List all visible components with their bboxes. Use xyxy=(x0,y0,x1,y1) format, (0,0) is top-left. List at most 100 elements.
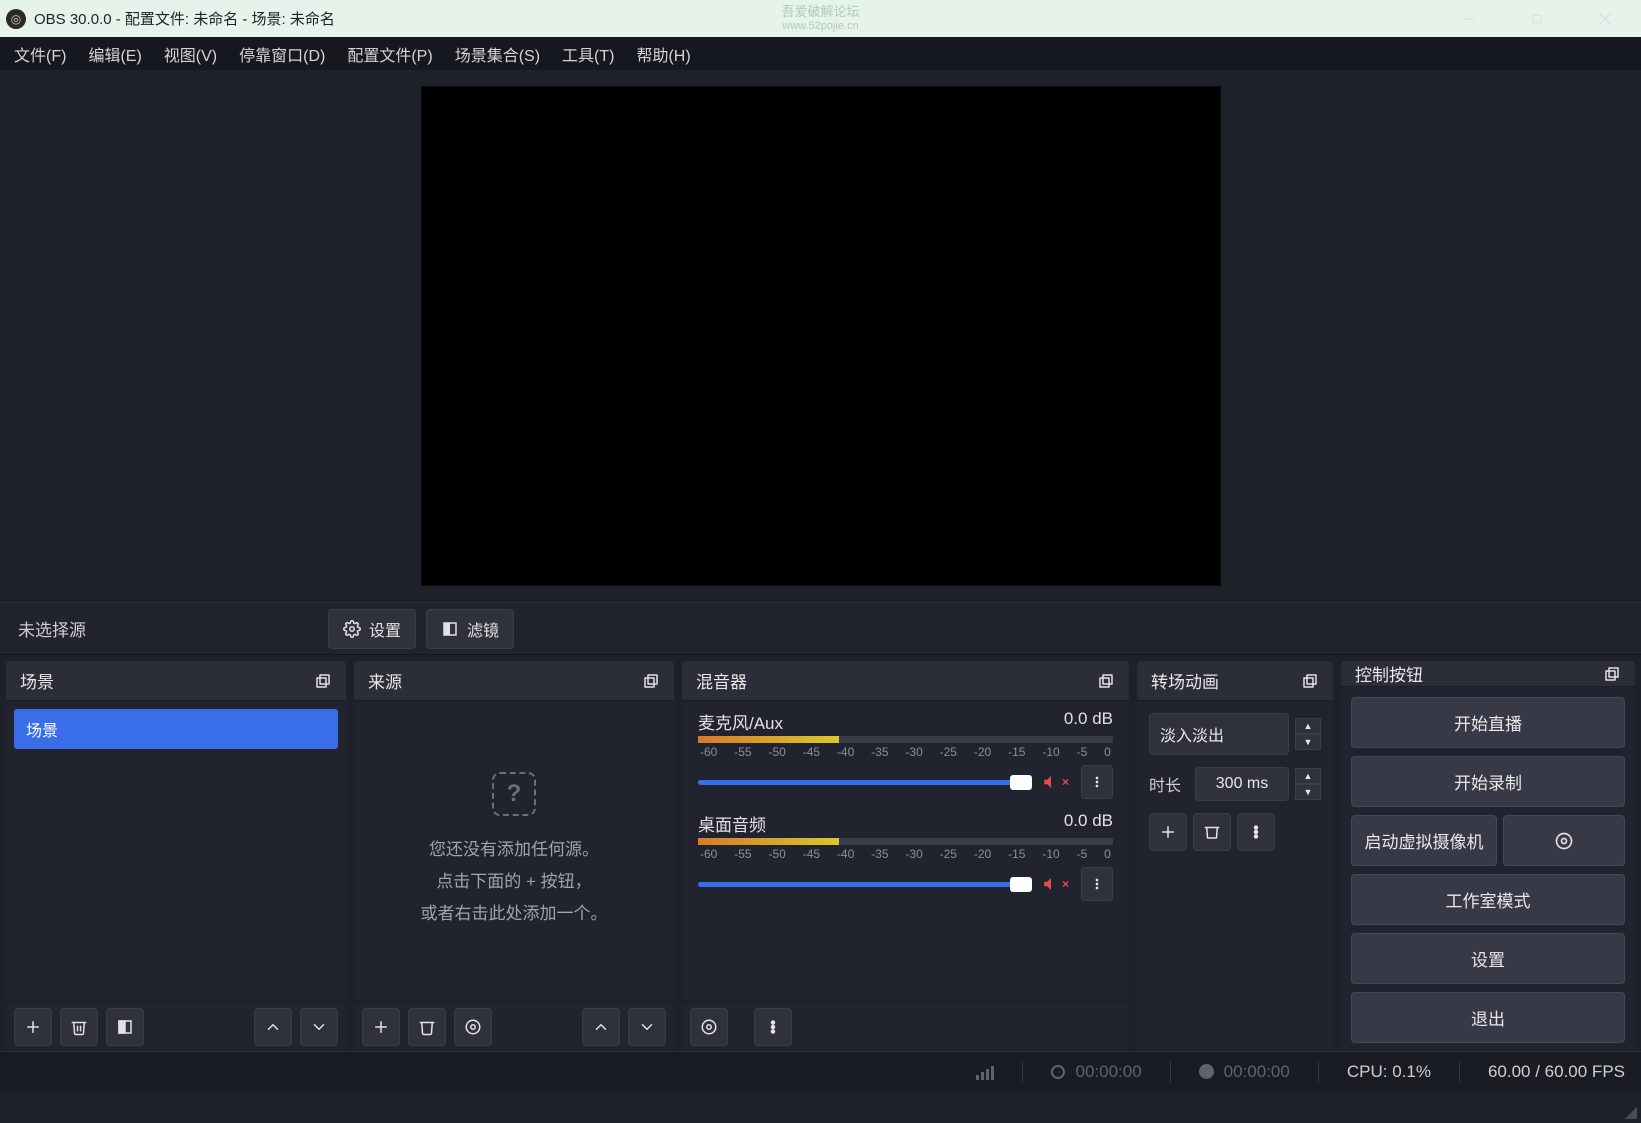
popout-icon[interactable] xyxy=(314,672,332,690)
move-source-down-button[interactable] xyxy=(628,1008,666,1046)
transition-duration-input[interactable]: 300 ms xyxy=(1195,767,1289,801)
menu-scene-collection[interactable]: 场景集合(S) xyxy=(455,42,540,66)
virtual-cam-settings-button[interactable] xyxy=(1503,815,1625,866)
transition-select[interactable]: 淡入淡出 xyxy=(1149,713,1289,755)
window-minimize-button[interactable] xyxy=(1449,5,1489,33)
start-streaming-button[interactable]: 开始直播 xyxy=(1351,697,1625,748)
add-source-button[interactable] xyxy=(362,1008,400,1046)
window-title: OBS 30.0.0 - 配置文件: 未命名 - 场景: 未命名 xyxy=(34,8,1449,29)
record-time-value: 00:00:00 xyxy=(1224,1062,1290,1082)
transition-remove-button[interactable]: ▼ xyxy=(1295,734,1321,750)
menu-dock[interactable]: 停靠窗口(D) xyxy=(239,42,325,66)
no-source-selected-label: 未选择源 xyxy=(18,616,318,641)
exit-button[interactable]: 退出 xyxy=(1351,992,1625,1043)
mixer-mute-button[interactable]: × xyxy=(1042,875,1069,893)
preview-area[interactable] xyxy=(0,70,1641,602)
mixer-channel: 桌面音频 0.0 dB -60-55-50-45-40-35-30-25-20-… xyxy=(682,803,1129,905)
record-time-indicator: 00:00:00 xyxy=(1199,1062,1290,1082)
menu-help[interactable]: 帮助(H) xyxy=(636,42,690,66)
obs-logo-icon: ◎ xyxy=(6,9,26,29)
window-close-button[interactable] xyxy=(1585,5,1625,33)
stream-dot-icon xyxy=(1051,1065,1065,1079)
move-scene-up-button[interactable] xyxy=(254,1008,292,1046)
menu-edit[interactable]: 编辑(E) xyxy=(88,42,141,66)
source-toolbar: 未选择源 设置 滤镜 xyxy=(0,602,1641,655)
scenes-dock: 场景 场景 xyxy=(6,661,346,1051)
transitions-dock-title: 转场动画 xyxy=(1151,668,1301,693)
mixer-channel-db: 0.0 dB xyxy=(1064,709,1113,734)
menu-view[interactable]: 视图(V) xyxy=(164,42,217,66)
remove-scene-button[interactable] xyxy=(60,1008,98,1046)
menubar: 文件(F) 编辑(E) 视图(V) 停靠窗口(D) 配置文件(P) 场景集合(S… xyxy=(0,37,1641,70)
mixer-advanced-button[interactable] xyxy=(690,1008,728,1046)
scene-filter-button[interactable] xyxy=(106,1008,144,1046)
mixer-meter-ticks: -60-55-50-45-40-35-30-25-20-15-10-50 xyxy=(698,847,1113,861)
scenes-dock-title: 场景 xyxy=(20,668,314,693)
remove-source-button[interactable] xyxy=(408,1008,446,1046)
mixer-meter xyxy=(698,838,1113,845)
popout-icon[interactable] xyxy=(642,672,660,690)
duration-down-button[interactable]: ▼ xyxy=(1295,784,1321,800)
resize-grip-icon[interactable] xyxy=(1625,1107,1637,1119)
menu-profile[interactable]: 配置文件(P) xyxy=(347,42,432,66)
stream-time-value: 00:00:00 xyxy=(1075,1062,1141,1082)
source-filters-button[interactable]: 滤镜 xyxy=(426,609,514,649)
duration-label: 时长 xyxy=(1149,772,1189,796)
mixer-meter xyxy=(698,736,1113,743)
mixer-channel-db: 0.0 dB xyxy=(1064,811,1113,836)
mixer-volume-slider[interactable] xyxy=(698,882,1030,887)
mixer-channel-name: 麦克风/Aux xyxy=(698,709,783,734)
statusbar: 00:00:00 00:00:00 CPU: 0.1% 60.00 / 60.0… xyxy=(0,1051,1641,1091)
add-scene-button[interactable] xyxy=(14,1008,52,1046)
transition-add-button-alt[interactable] xyxy=(1149,813,1187,851)
source-properties-label: 设置 xyxy=(369,617,401,641)
sources-dock-title: 来源 xyxy=(368,668,642,693)
sources-empty-line1: 您还没有添加任何源。 xyxy=(429,834,599,866)
mixer-channel-menu-button[interactable] xyxy=(1081,867,1113,901)
transition-properties-button[interactable] xyxy=(1237,813,1275,851)
studio-mode-button[interactable]: 工作室模式 xyxy=(1351,874,1625,925)
transitions-dock: 转场动画 淡入淡出 ▲ ▼ 时长 300 ms ▲ ▼ xyxy=(1137,661,1333,1051)
sources-list-empty-area[interactable]: ? 您还没有添加任何源。 点击下面的 + 按钮， 或者右击此处添加一个。 xyxy=(354,701,674,1001)
preview-canvas[interactable] xyxy=(421,86,1221,586)
window-maximize-button[interactable] xyxy=(1517,5,1557,33)
sources-dock: 来源 ? 您还没有添加任何源。 点击下面的 + 按钮， 或者右击此处添加一个。 xyxy=(354,661,674,1051)
mixer-meter-ticks: -60-55-50-45-40-35-30-25-20-15-10-50 xyxy=(698,745,1113,759)
mixer-volume-slider[interactable] xyxy=(698,780,1030,785)
move-source-up-button[interactable] xyxy=(582,1008,620,1046)
source-filters-label: 滤镜 xyxy=(467,617,499,641)
menu-tools[interactable]: 工具(T) xyxy=(562,42,614,66)
window-titlebar: ◎ OBS 30.0.0 - 配置文件: 未命名 - 场景: 未命名 吾爱破解论… xyxy=(0,0,1641,37)
popout-icon[interactable] xyxy=(1301,672,1319,690)
mixer-channel-menu-button[interactable] xyxy=(1081,765,1113,799)
cpu-usage-indicator: CPU: 0.1% xyxy=(1347,1062,1431,1082)
settings-button[interactable]: 设置 xyxy=(1351,933,1625,984)
duration-up-button[interactable]: ▲ xyxy=(1295,768,1321,784)
mixer-channel-name: 桌面音频 xyxy=(698,811,766,836)
start-virtual-cam-button[interactable]: 启动虚拟摄像机 xyxy=(1351,815,1497,866)
move-scene-down-button[interactable] xyxy=(300,1008,338,1046)
start-recording-button[interactable]: 开始录制 xyxy=(1351,756,1625,807)
record-dot-icon xyxy=(1199,1064,1214,1079)
transition-remove-button-alt[interactable] xyxy=(1193,813,1231,851)
mixer-mute-button[interactable]: × xyxy=(1042,773,1069,791)
sources-empty-line3: 或者右击此处添加一个。 xyxy=(421,898,608,930)
controls-dock: 控制按钮 开始直播 开始录制 启动虚拟摄像机 工作室模式 设置 退出 xyxy=(1341,661,1635,1051)
mixer-channel: 麦克风/Aux 0.0 dB -60-55-50-45-40-35-30-25-… xyxy=(682,701,1129,803)
source-properties-button[interactable]: 设置 xyxy=(328,609,416,649)
popout-icon[interactable] xyxy=(1603,665,1621,683)
mixer-menu-button[interactable] xyxy=(754,1008,792,1046)
mixer-dock-title: 混音器 xyxy=(696,668,1097,693)
question-icon: ? xyxy=(492,772,536,816)
menu-file[interactable]: 文件(F) xyxy=(14,42,66,66)
network-indicator xyxy=(976,1064,994,1080)
sources-empty-line2: 点击下面的 + 按钮， xyxy=(436,866,591,898)
mixer-dock: 混音器 麦克风/Aux 0.0 dB -60-55-50-45-40-35-30… xyxy=(682,661,1129,1051)
fps-indicator: 60.00 / 60.00 FPS xyxy=(1488,1062,1625,1082)
scene-list-item[interactable]: 场景 xyxy=(14,709,338,749)
popout-icon[interactable] xyxy=(1097,672,1115,690)
source-settings-button[interactable] xyxy=(454,1008,492,1046)
controls-dock-title: 控制按钮 xyxy=(1355,661,1603,686)
stream-time-indicator: 00:00:00 xyxy=(1051,1062,1141,1082)
transition-add-button[interactable]: ▲ xyxy=(1295,718,1321,734)
